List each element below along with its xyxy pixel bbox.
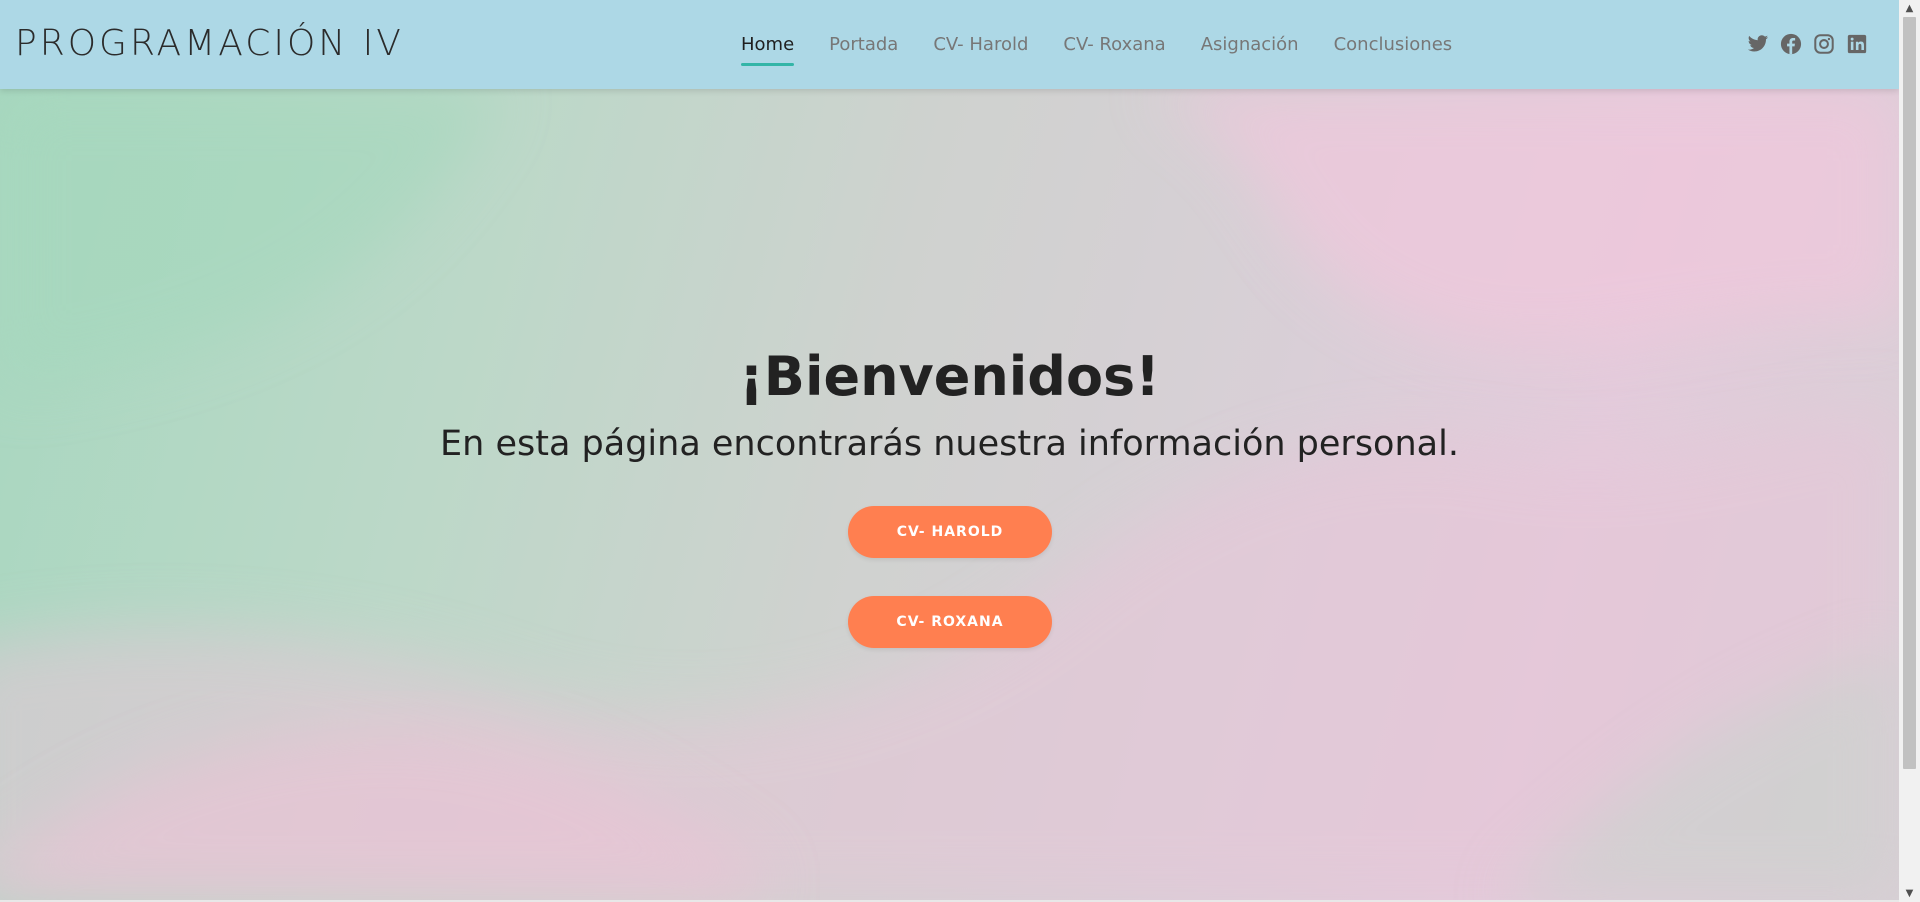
facebook-icon[interactable] (1780, 33, 1802, 55)
site-logo[interactable]: PROGRAMACIÓN IV (15, 20, 404, 68)
social-links (1747, 33, 1868, 55)
linkedin-icon[interactable] (1846, 33, 1868, 55)
hero-title: ¡Bienvenidos! (739, 345, 1160, 408)
nav-item-portada[interactable]: Portada (829, 33, 898, 57)
cv-roxana-button[interactable]: CV- ROXANA (848, 596, 1052, 648)
instagram-icon[interactable] (1813, 33, 1835, 55)
nav-item-conclusiones[interactable]: Conclusiones (1334, 33, 1453, 57)
nav-item-home[interactable]: Home (741, 33, 795, 66)
scroll-up-arrow-icon[interactable]: ▲ (1899, 0, 1920, 17)
nav-item-cv-harold[interactable]: CV- Harold (933, 33, 1028, 57)
nav-item-asignacion[interactable]: Asignación (1201, 33, 1299, 57)
hero-subtitle: En esta página encontrarás nuestra infor… (440, 424, 1459, 464)
main-nav: Home Portada CV- Harold CV- Roxana Asign… (741, 0, 1487, 89)
hero-section: ¡Bienvenidos! En esta página encontrarás… (0, 89, 1899, 902)
site-header: PROGRAMACIÓN IV Home Portada CV- Harold … (0, 0, 1899, 89)
hero-content: ¡Bienvenidos! En esta página encontrarás… (0, 89, 1899, 902)
twitter-icon[interactable] (1747, 33, 1769, 55)
vertical-scrollbar[interactable]: ▲ ▼ (1899, 0, 1920, 902)
scroll-down-arrow-icon[interactable]: ▼ (1899, 885, 1920, 902)
scrollbar-thumb[interactable] (1903, 17, 1916, 769)
cv-harold-button[interactable]: CV- HAROLD (848, 506, 1052, 558)
nav-item-cv-roxana[interactable]: CV- Roxana (1063, 33, 1165, 57)
